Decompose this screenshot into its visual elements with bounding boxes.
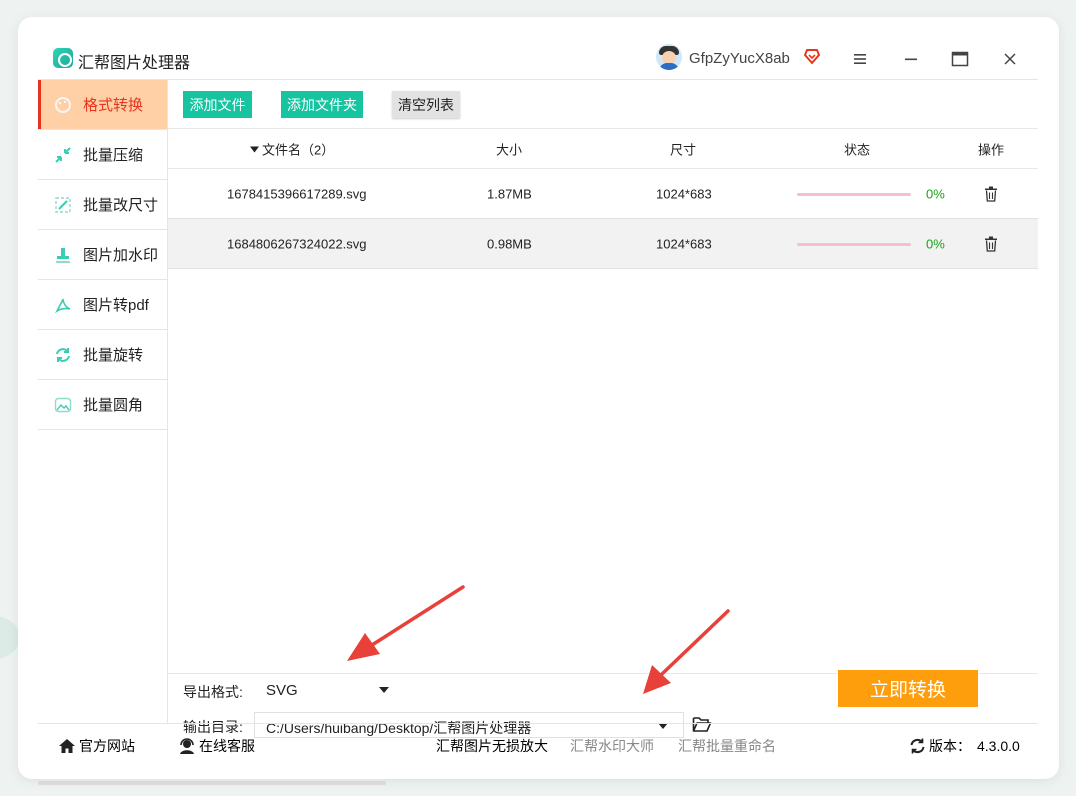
- online-service-label: 在线客服: [199, 738, 255, 754]
- footer-link-lossless-enlarge[interactable]: 汇帮图片无损放大: [436, 736, 548, 756]
- sidebar-item-format-convert[interactable]: 格式转换: [38, 80, 167, 130]
- sidebar-item-label: 格式转换: [83, 97, 144, 114]
- online-service-link[interactable]: 在线客服: [178, 736, 255, 756]
- file-name: 1684806267324022.svg: [227, 236, 367, 251]
- official-site-link[interactable]: 官方网站: [58, 736, 135, 756]
- file-size: 1.87MB: [487, 186, 532, 201]
- chevron-down-icon: [379, 687, 389, 693]
- version-info[interactable]: 版本： 4.3.0.0: [909, 736, 1020, 756]
- sidebar-item-label: 图片加水印: [83, 247, 159, 264]
- sidebar-item-rotate[interactable]: 批量旋转: [38, 330, 167, 380]
- title-bar: 汇帮图片处理器 GfpZyYucX8ab: [18, 17, 1059, 79]
- export-format-label: 导出格式:: [183, 684, 243, 700]
- add-file-button[interactable]: 添加文件: [183, 91, 252, 118]
- file-name: 1678415396617289.svg: [227, 186, 367, 201]
- close-icon[interactable]: [1002, 51, 1018, 67]
- rotate-icon: [56, 347, 70, 362]
- app-window: 汇帮图片处理器 GfpZyYucX8ab 格式转换 批量压缩 批量改尺寸 图片加…: [18, 17, 1059, 779]
- resize-icon: [55, 196, 71, 213]
- main-panel: 添加文件 添加文件夹 清空列表 文件名（2） 大小 尺寸 状态 操作 16784…: [168, 79, 1038, 738]
- sidebar-item-compress[interactable]: 批量压缩: [38, 130, 167, 180]
- file-dimension: 1024*683: [656, 186, 712, 201]
- table-header: 文件名（2） 大小 尺寸 状态 操作: [168, 128, 1038, 169]
- sidebar-item-resize[interactable]: 批量改尺寸: [38, 180, 167, 230]
- sidebar: 格式转换 批量压缩 批量改尺寸 图片加水印 图片转pdf 批量旋转 批量圆角: [38, 79, 168, 723]
- sidebar-item-label: 批量压缩: [83, 147, 144, 164]
- palette-icon: [55, 96, 71, 113]
- sidebar-item-label: 图片转pdf: [83, 297, 149, 314]
- header-size: 大小: [496, 142, 523, 157]
- sidebar-item-to-pdf[interactable]: 图片转pdf: [38, 280, 167, 330]
- table-row[interactable]: 1678415396617289.svg 1.87MB 1024*683 0%: [168, 169, 1038, 219]
- sort-caret-icon[interactable]: [250, 141, 259, 156]
- menu-icon[interactable]: [852, 52, 868, 66]
- horizontal-scrollbar[interactable]: [38, 781, 386, 785]
- export-format-select[interactable]: SVG: [254, 675, 402, 705]
- file-dimension: 1024*683: [656, 236, 712, 251]
- footer-link-watermark-master[interactable]: 汇帮水印大师: [570, 736, 654, 756]
- stamp-icon: [56, 247, 70, 263]
- sidebar-item-label: 批量改尺寸: [83, 197, 159, 214]
- header-action: 操作: [978, 142, 1005, 157]
- convert-now-button[interactable]: 立即转换: [838, 670, 978, 707]
- progress-percent: 0%: [926, 186, 945, 201]
- header-status: 状态: [844, 142, 871, 157]
- header-dimension: 尺寸: [670, 142, 697, 157]
- toolbar: 添加文件 添加文件夹 清空列表: [168, 80, 1038, 128]
- username[interactable]: GfpZyYucX8ab: [689, 50, 790, 67]
- image-corner-icon: [54, 397, 72, 412]
- trash-icon[interactable]: [984, 186, 998, 202]
- compress-icon: [55, 146, 71, 163]
- sidebar-item-round-corner[interactable]: 批量圆角: [38, 380, 167, 430]
- table-row[interactable]: 1684806267324022.svg 0.98MB 1024*683 0%: [168, 219, 1038, 269]
- file-size: 0.98MB: [487, 236, 532, 251]
- clear-list-button[interactable]: 清空列表: [392, 91, 460, 118]
- app-logo-icon: [53, 48, 73, 68]
- footer: 官方网站 在线客服 汇帮图片无损放大 汇帮水印大师 汇帮批量重命名 版本： 4.…: [38, 723, 1038, 763]
- vip-heart-icon[interactable]: [803, 47, 821, 65]
- footer-link-batch-rename[interactable]: 汇帮批量重命名: [678, 736, 776, 756]
- pdf-icon: [54, 298, 71, 313]
- home-icon: [59, 739, 75, 753]
- sidebar-item-label: 批量旋转: [83, 347, 144, 364]
- background-blob: [0, 615, 20, 660]
- file-table: 文件名（2） 大小 尺寸 状态 操作 1678415396617289.svg …: [168, 128, 1038, 269]
- sidebar-item-label: 批量圆角: [83, 397, 144, 414]
- version-number: 4.3.0.0: [977, 738, 1020, 754]
- app-title: 汇帮图片处理器: [78, 55, 191, 72]
- export-format-value: SVG: [266, 682, 298, 699]
- minimize-icon[interactable]: [903, 52, 919, 66]
- progress-bar: [797, 243, 911, 246]
- progress-percent: 0%: [926, 236, 945, 251]
- add-folder-button[interactable]: 添加文件夹: [281, 91, 363, 118]
- sidebar-item-watermark[interactable]: 图片加水印: [38, 230, 167, 280]
- progress-bar: [797, 193, 911, 196]
- trash-icon[interactable]: [984, 236, 998, 252]
- official-site-label: 官方网站: [79, 738, 135, 754]
- refresh-icon: [910, 738, 925, 754]
- user-avatar[interactable]: [656, 44, 682, 70]
- maximize-icon[interactable]: [951, 51, 969, 67]
- version-label: 版本：: [929, 738, 971, 754]
- headset-icon: [180, 738, 194, 754]
- header-filename[interactable]: 文件名（2）: [262, 139, 334, 158]
